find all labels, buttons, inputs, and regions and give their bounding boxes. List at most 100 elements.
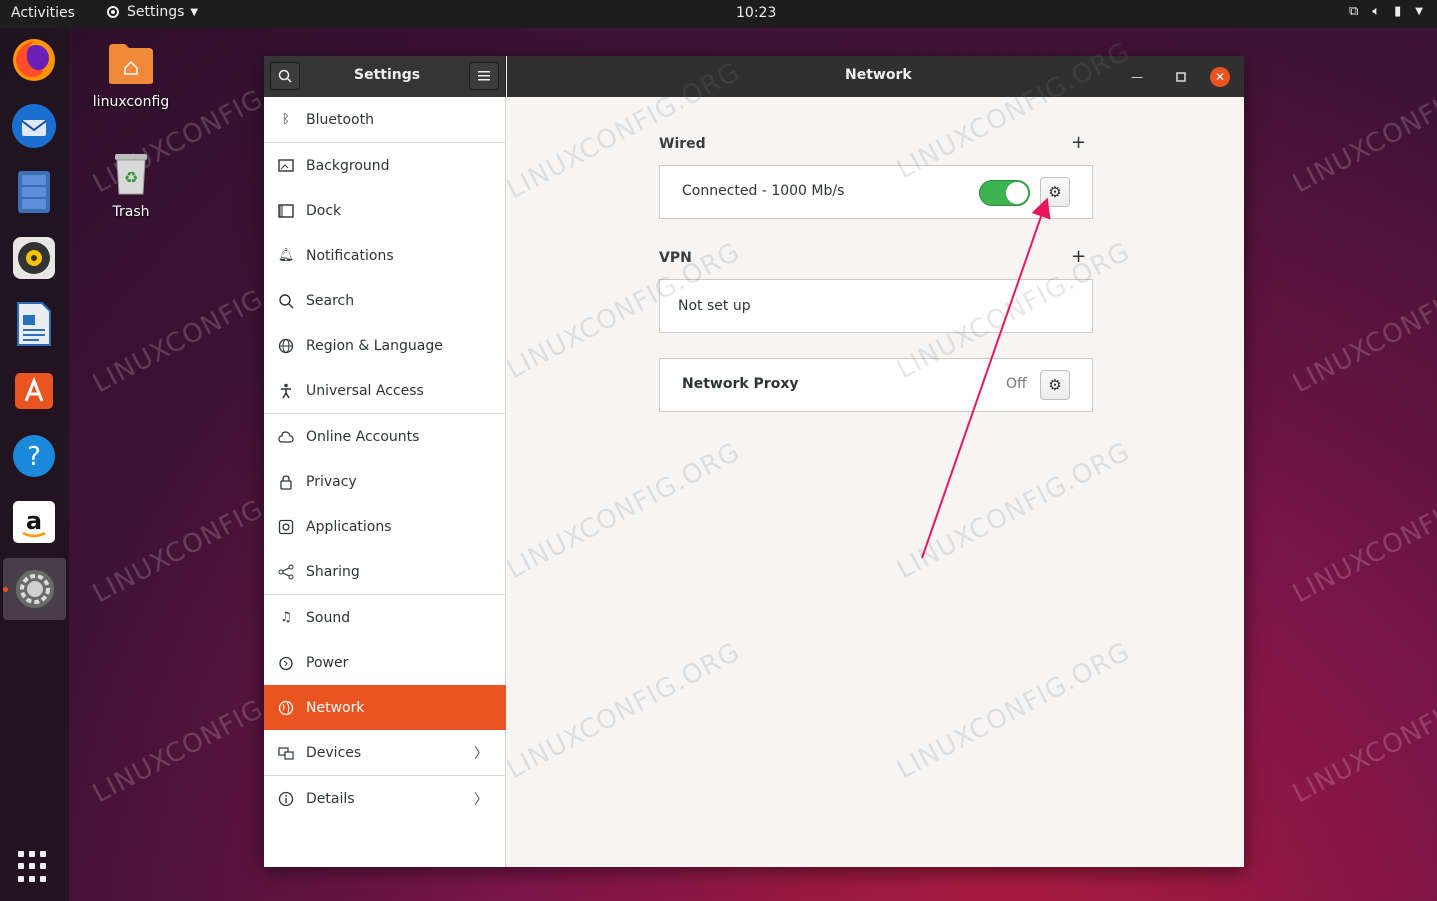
chevron-right-icon: 〉 bbox=[474, 791, 488, 808]
minimize-button[interactable]: — bbox=[1127, 67, 1147, 87]
vpn-section-title: VPN bbox=[659, 250, 692, 266]
sidebar-item-search[interactable]: Search bbox=[264, 278, 506, 323]
network-panel: Wired + Connected - 1000 Mb/s ⚙ VPN + No… bbox=[507, 97, 1244, 867]
svg-text:♻: ♻ bbox=[124, 168, 138, 187]
settings-launcher[interactable] bbox=[3, 558, 66, 620]
sidebar-item-devices[interactable]: Devices 〉 bbox=[264, 730, 506, 775]
lock-icon bbox=[280, 474, 292, 490]
sidebar-item-bluetooth[interactable]: ᛒ Bluetooth bbox=[264, 97, 506, 142]
devices-icon bbox=[278, 746, 294, 760]
sidebar-item-label: Power bbox=[306, 654, 349, 671]
sidebar-item-details[interactable]: Details 〉 bbox=[264, 776, 506, 821]
sidebar-item-sharing[interactable]: Sharing bbox=[264, 549, 506, 594]
files-launcher[interactable] bbox=[8, 166, 60, 218]
plus-icon: + bbox=[1071, 246, 1087, 267]
minimize-icon: — bbox=[1131, 70, 1143, 84]
power-icon bbox=[279, 656, 293, 670]
system-tray[interactable]: ⧉ 🔈︎ ▮ ▼ bbox=[1349, 4, 1423, 19]
sidebar-item-privacy[interactable]: Privacy bbox=[264, 459, 506, 504]
gear-icon: ⚙ bbox=[1048, 376, 1062, 394]
sidebar-item-network[interactable]: Network bbox=[264, 685, 506, 730]
cloud-icon bbox=[278, 430, 294, 443]
gear-icon: ⚙ bbox=[1048, 183, 1062, 201]
chevron-down-icon: ▼ bbox=[190, 6, 199, 18]
proxy-status: Off bbox=[1006, 376, 1027, 392]
share-icon bbox=[278, 564, 294, 579]
sidebar-item-power[interactable]: Power bbox=[264, 640, 506, 685]
sidebar-item-label: Notifications bbox=[306, 247, 394, 264]
firefox-launcher[interactable] bbox=[8, 34, 60, 86]
activities-button[interactable]: Activities bbox=[11, 5, 75, 21]
sidebar-item-dock[interactable]: Dock bbox=[264, 188, 506, 233]
add-wired-button[interactable]: + bbox=[1071, 132, 1086, 153]
watermark-text: LINUXCONFIG.ORG bbox=[1288, 660, 1437, 810]
help-launcher[interactable]: ? bbox=[8, 430, 60, 482]
network-proxy-row[interactable]: Network Proxy Off ⚙ bbox=[659, 358, 1093, 412]
wired-section-title: Wired bbox=[659, 136, 706, 152]
rhythmbox-launcher[interactable] bbox=[8, 232, 60, 284]
sidebar-item-notifications[interactable]: 🔔︎ Notifications bbox=[264, 233, 506, 278]
gear-icon bbox=[107, 6, 119, 18]
sidebar-item-universal-access[interactable]: Universal Access bbox=[264, 368, 506, 413]
settings-window: Settings Network — ✕ ᛒ Bluetooth Backgro… bbox=[264, 37, 1244, 867]
close-icon: ✕ bbox=[1214, 70, 1226, 84]
desktop-icon-label: Trash bbox=[112, 204, 150, 220]
sidebar-item-label: Dock bbox=[306, 202, 342, 219]
close-button[interactable]: ✕ bbox=[1210, 67, 1230, 87]
app-menu-label: Settings bbox=[127, 4, 185, 20]
trash-icon: ♻ bbox=[115, 154, 147, 195]
watermark-text: LINUXCONFIG.ORG bbox=[1288, 50, 1437, 200]
maximize-button[interactable] bbox=[1171, 67, 1191, 87]
show-applications-button[interactable] bbox=[18, 851, 50, 883]
dock: ? a bbox=[0, 28, 69, 901]
network-icon bbox=[278, 700, 294, 715]
sidebar-item-label: Details bbox=[306, 790, 355, 807]
sidebar-item-label: Devices bbox=[306, 744, 362, 761]
proxy-settings-button[interactable]: ⚙ bbox=[1040, 370, 1070, 400]
battery-icon: ▮ bbox=[1394, 4, 1402, 19]
firefox-icon bbox=[13, 39, 55, 81]
sidebar-item-label: Region & Language bbox=[306, 337, 443, 354]
music-note-icon: ♫ bbox=[280, 610, 292, 625]
proxy-title: Network Proxy bbox=[682, 376, 799, 392]
sidebar-item-applications[interactable]: Applications bbox=[264, 504, 506, 549]
sidebar-item-sound[interactable]: ♫ Sound bbox=[264, 595, 506, 640]
thunderbird-launcher[interactable] bbox=[8, 100, 60, 152]
rhythmbox-icon bbox=[13, 237, 55, 279]
watermark-text: LINUXCONFIG.ORG bbox=[1288, 250, 1437, 400]
sidebar-item-region-language[interactable]: Region & Language bbox=[264, 323, 506, 368]
writer-launcher[interactable] bbox=[8, 298, 60, 350]
vpn-row: Not set up bbox=[659, 279, 1093, 333]
top-bar: Activities Settings ▼ 10:23 ⧉ 🔈︎ ▮ ▼ bbox=[0, 0, 1437, 28]
thunderbird-icon bbox=[12, 104, 56, 148]
accessibility-icon bbox=[281, 383, 291, 398]
search-icon bbox=[279, 293, 294, 308]
chevron-right-icon: 〉 bbox=[474, 745, 488, 762]
settings-icon bbox=[13, 568, 56, 610]
hamburger-icon bbox=[478, 71, 490, 81]
sidebar-item-background[interactable]: Background bbox=[264, 143, 506, 188]
menu-button[interactable] bbox=[469, 62, 499, 90]
sidebar-item-online-accounts[interactable]: Online Accounts bbox=[264, 414, 506, 459]
add-vpn-button[interactable]: + bbox=[1071, 246, 1086, 267]
watermark-text: LINUXCONFIG.ORG bbox=[1288, 460, 1437, 610]
software-launcher[interactable] bbox=[8, 364, 60, 416]
globe-icon bbox=[278, 338, 294, 353]
app-menu[interactable]: Settings ▼ bbox=[105, 4, 198, 20]
desktop-trash[interactable]: ♻ Trash bbox=[86, 150, 176, 220]
search-button[interactable] bbox=[270, 62, 300, 90]
files-icon bbox=[18, 171, 50, 213]
amazon-launcher[interactable]: a bbox=[8, 496, 60, 548]
sidebar-item-label: Network bbox=[306, 699, 365, 716]
clock[interactable]: 10:23 bbox=[736, 5, 776, 21]
chevron-down-icon: ▼ bbox=[1415, 6, 1423, 17]
wired-toggle-switch[interactable] bbox=[979, 180, 1030, 206]
svg-text:?: ? bbox=[27, 442, 41, 472]
vpn-status: Not set up bbox=[678, 298, 751, 314]
wired-settings-button[interactable]: ⚙ bbox=[1040, 177, 1070, 207]
desktop-home-folder[interactable]: linuxconfig bbox=[86, 42, 176, 110]
toggle-knob bbox=[1006, 182, 1028, 204]
content-headerbar: Network — ✕ bbox=[507, 56, 1244, 97]
sidebar-title: Settings bbox=[354, 67, 421, 83]
search-icon bbox=[278, 69, 292, 83]
